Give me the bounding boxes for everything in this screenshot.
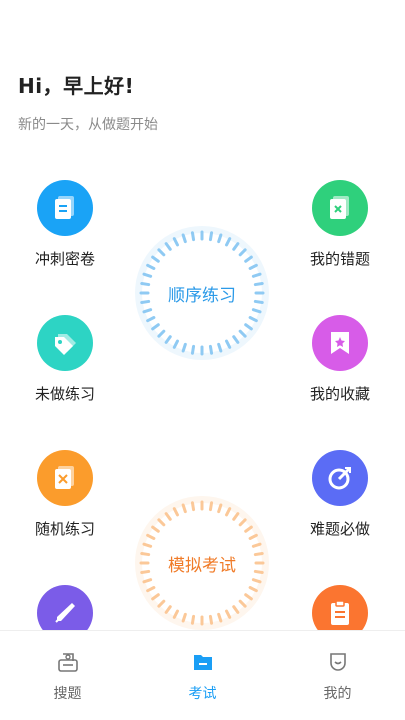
search-question-icon bbox=[57, 651, 79, 677]
menu-item-my-favorites[interactable]: 我的收藏 bbox=[290, 315, 390, 404]
tab-search-question[interactable]: 搜题 bbox=[0, 631, 135, 720]
greeting-title: Hi，早上好! bbox=[18, 74, 135, 98]
ring-label: 模拟考试 bbox=[168, 555, 236, 576]
tag-icon bbox=[37, 315, 93, 371]
tab-label: 搜题 bbox=[53, 686, 82, 702]
tab-label: 考试 bbox=[188, 686, 217, 702]
target-icon bbox=[312, 450, 368, 506]
menu-item-my-wrong[interactable]: 我的错题 bbox=[290, 180, 390, 269]
menu-item-undone-practice[interactable]: 未做练习 bbox=[15, 315, 115, 404]
menu-label: 冲刺密卷 bbox=[34, 250, 95, 268]
menu-item-random-practice[interactable]: 随机练习 bbox=[15, 450, 115, 539]
menu-item-hard-questions[interactable]: 难题必做 bbox=[290, 450, 390, 539]
menu-label: 未做练习 bbox=[34, 385, 95, 403]
folder-icon bbox=[192, 651, 214, 677]
menu-item-sprint-paper[interactable]: 冲刺密卷 bbox=[15, 180, 115, 269]
menu-label: 我的收藏 bbox=[309, 385, 370, 403]
sequential-practice-button[interactable]: 顺序练习 bbox=[133, 224, 271, 362]
tab-exam[interactable]: 考试 bbox=[135, 631, 270, 720]
shuffle-icon bbox=[37, 450, 93, 506]
profile-icon bbox=[327, 651, 349, 677]
mock-exam-button[interactable]: 模拟考试 bbox=[133, 494, 271, 632]
greeting-subtitle: 新的一天，从做题开始 bbox=[18, 117, 158, 133]
tab-label: 我的 bbox=[323, 686, 352, 702]
menu-label: 随机练习 bbox=[34, 520, 95, 538]
bottom-tab-bar: 搜题 考试 我的 bbox=[0, 630, 405, 720]
ring-label: 顺序练习 bbox=[168, 285, 236, 306]
wrong-icon bbox=[312, 180, 368, 236]
menu-label: 难题必做 bbox=[309, 520, 370, 538]
paper-icon bbox=[37, 180, 93, 236]
menu-label: 我的错题 bbox=[309, 250, 370, 268]
bookmark-icon bbox=[312, 315, 368, 371]
tab-mine[interactable]: 我的 bbox=[270, 631, 405, 720]
